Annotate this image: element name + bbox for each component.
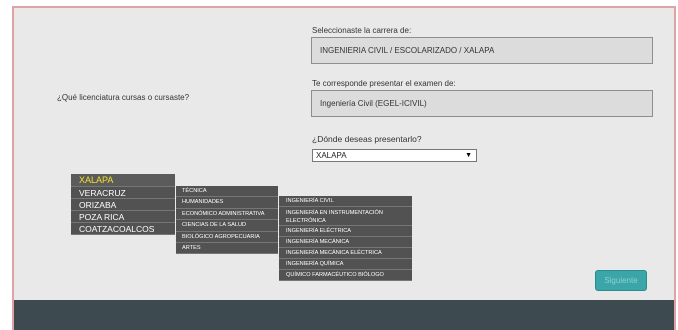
exam-value-box: Ingeniería Civil (EGEL-ICIVIL) xyxy=(311,90,653,117)
career-value-box: INGENIERIA CIVIL / ESCOLARIZADO / XALAPA xyxy=(311,37,653,64)
area-menu-item[interactable]: BIOLÓGICO AGROPECUARIA xyxy=(176,231,278,243)
area-menu: TÉCNICA HUMANIDADES ECONÓMICO ADMINISTRA… xyxy=(176,186,278,255)
area-menu-item[interactable]: CIENCIAS DE LA SALUD xyxy=(176,220,278,232)
city-menu-item[interactable]: COATZACOALCOS xyxy=(71,223,175,235)
area-menu-item[interactable]: ARTES xyxy=(176,242,278,255)
career-menu-item[interactable]: INGENIERÍA QUÍMICA xyxy=(279,259,412,270)
area-menu-item[interactable]: ECONÓMICO ADMINISTRATIVA xyxy=(176,208,278,221)
city-menu-item[interactable]: VERACRUZ xyxy=(71,187,175,199)
career-value: INGENIERIA CIVIL / ESCOLARIZADO / XALAPA xyxy=(320,46,495,55)
city-menu: XALAPA VERACRUZ ORIZABA POZA RICA COATZA… xyxy=(71,174,175,235)
career-menu-item[interactable]: QUÍMICO FARMACÉUTICO BIÓLOGO xyxy=(279,270,412,281)
career-menu-item[interactable]: INGENIERÍA ELÉCTRICA xyxy=(279,226,412,237)
area-menu-item[interactable]: TÉCNICA xyxy=(176,186,278,198)
career-menu-item[interactable]: INGENIERÍA MECÁNICA xyxy=(279,237,412,248)
location-select[interactable]: XALAPA ▼ xyxy=(312,149,477,162)
city-menu-item[interactable]: POZA RICA xyxy=(71,211,175,223)
city-menu-item[interactable]: XALAPA xyxy=(71,174,175,187)
chevron-down-icon: ▼ xyxy=(465,152,472,159)
location-selected: XALAPA xyxy=(316,151,347,160)
career-label: Seleccionaste la carrera de: xyxy=(312,26,412,35)
career-menu: INGENIERÍA CIVIL INGENIERÍA EN INSTRUMEN… xyxy=(279,196,412,281)
footer-bar xyxy=(12,300,676,330)
exam-value: Ingeniería Civil (EGEL-ICIVIL) xyxy=(320,99,427,108)
career-menu-item[interactable]: INGENIERÍA EN INSTRUMENTACIÓN ELECTRÓNIC… xyxy=(279,207,412,226)
exam-label: Te corresponde presentar el examen de: xyxy=(312,79,456,88)
location-label: ¿Dónde deseas presentarlo? xyxy=(312,134,422,144)
city-menu-item[interactable]: ORIZABA xyxy=(71,199,175,211)
licenciatura-question: ¿Qué licenciatura cursas o cursaste? xyxy=(57,93,190,102)
next-button[interactable]: Siguiente xyxy=(595,270,647,291)
career-menu-item[interactable]: INGENIERÍA MECÁNICA ELÉCTRICA xyxy=(279,248,412,259)
career-menu-item[interactable]: INGENIERÍA CIVIL xyxy=(279,196,412,207)
area-menu-item[interactable]: HUMANIDADES xyxy=(176,197,278,209)
